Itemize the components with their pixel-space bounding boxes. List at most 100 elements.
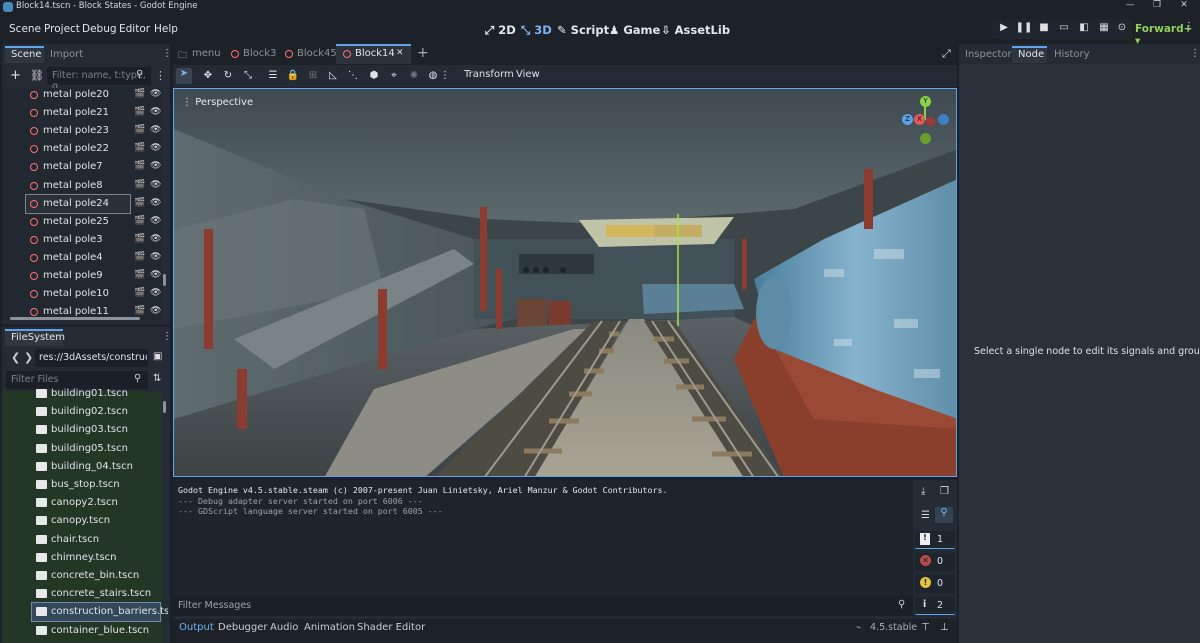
gizmo-y-icon[interactable]: Y bbox=[920, 96, 931, 107]
ruler-icon[interactable]: ◺ bbox=[325, 70, 341, 86]
pivot-icon[interactable]: ⋱ bbox=[345, 70, 361, 86]
menu-debug[interactable]: Debug bbox=[82, 23, 117, 35]
maximize-button[interactable]: ❐ bbox=[1145, 0, 1169, 14]
add-node-icon[interactable]: + bbox=[10, 68, 21, 83]
menu-project[interactable]: Project bbox=[44, 23, 80, 35]
workspace-game[interactable]: ♟ Game bbox=[609, 23, 660, 37]
workspace-assetlib[interactable]: ⇩ AssetLib bbox=[661, 23, 730, 37]
fs-path-input[interactable]: res://3dAssets/constructi bbox=[35, 349, 148, 367]
scene-filter-input[interactable]: Filter: name, t:type, g ⚲ bbox=[47, 67, 151, 92]
file-item[interactable]: building01.tscn bbox=[2, 385, 168, 403]
transform-menu[interactable]: Transform bbox=[464, 69, 514, 80]
file-item[interactable]: concrete_stairs.tscn bbox=[2, 585, 168, 603]
scene-tree-row[interactable]: metal pole3 bbox=[2, 231, 168, 249]
sun-preview-icon[interactable]: ✺ bbox=[406, 70, 422, 86]
snap-icon[interactable]: ⌖ bbox=[386, 70, 402, 86]
tab-shader-editor[interactable]: Shader Editor bbox=[357, 622, 425, 633]
file-item[interactable]: canopy2.tscn bbox=[2, 494, 168, 512]
minimize-button[interactable]: — bbox=[1118, 0, 1142, 14]
back-icon[interactable]: ❮ bbox=[11, 351, 20, 364]
close-tab-icon[interactable]: ✕ bbox=[396, 48, 404, 58]
close-window-button[interactable]: ✕ bbox=[1172, 0, 1196, 14]
forward-icon[interactable]: ❯ bbox=[24, 351, 33, 364]
movie-maker-icon[interactable]: ⊙ bbox=[1113, 22, 1131, 38]
menu-help[interactable]: Help bbox=[154, 23, 178, 35]
scale-mode-icon[interactable]: ⤡ bbox=[240, 70, 256, 86]
select-mode-icon[interactable]: ➤ bbox=[176, 68, 192, 84]
tab-history[interactable]: History bbox=[1054, 49, 1090, 60]
file-item[interactable]: construction_barriers.tscn bbox=[31, 602, 168, 623]
move-mode-icon[interactable]: ✥ bbox=[200, 70, 216, 86]
play-icon[interactable]: ▶ bbox=[995, 22, 1013, 38]
file-item[interactable]: building03.tscn bbox=[2, 421, 168, 439]
tab-inspector[interactable]: Inspector bbox=[965, 49, 1012, 60]
tab-output[interactable]: Output bbox=[179, 622, 214, 633]
viewport-options-menu[interactable]: ⋮ Perspective bbox=[182, 97, 253, 108]
menu-scene[interactable]: Scene bbox=[9, 23, 41, 35]
scene-tree-row[interactable]: metal pole9 bbox=[2, 267, 168, 285]
errors-filter-button[interactable]: ✕ 0 bbox=[915, 553, 955, 571]
collapse-icon[interactable]: ☰ bbox=[921, 510, 930, 521]
add-scene-tab-icon[interactable]: + bbox=[417, 45, 429, 61]
view-gizmo[interactable]: Y X Z bbox=[901, 96, 951, 146]
tab-audio[interactable]: Audio bbox=[270, 622, 298, 633]
gizmo-neg-z-icon[interactable] bbox=[938, 114, 949, 125]
tab-import[interactable]: Import bbox=[50, 49, 83, 60]
file-item[interactable]: canopy.tscn bbox=[2, 512, 168, 530]
scene-tree-hscrollbar[interactable] bbox=[10, 317, 140, 320]
split-view-icon[interactable]: ▣ bbox=[153, 351, 162, 362]
clear-output-icon[interactable]: ⤓ bbox=[921, 486, 925, 497]
output-search-icon[interactable]: ⚲ bbox=[935, 507, 953, 523]
right-dock-menu-icon[interactable]: ⋮ bbox=[1190, 48, 1200, 59]
scene-tree-row[interactable]: metal pole22 bbox=[2, 140, 168, 158]
scene-tree-scrollbar[interactable] bbox=[163, 274, 166, 286]
play-scene-icon[interactable]: ◧ bbox=[1075, 22, 1093, 38]
warnings-filter-button[interactable]: ! 0 bbox=[915, 575, 955, 593]
scene-tree-row[interactable]: metal pole21 bbox=[2, 104, 168, 122]
clapperboard-icon[interactable]: 🎬 bbox=[134, 198, 145, 208]
gizmo-neg-y-icon[interactable] bbox=[920, 133, 931, 144]
pin-icon[interactable]: ⊤ bbox=[921, 622, 930, 633]
settings-icon[interactable]: ⋮ bbox=[1180, 21, 1198, 37]
messages-filter-button[interactable]: ! 1 bbox=[915, 531, 955, 549]
file-item[interactable]: building05.tscn bbox=[2, 440, 168, 458]
visibility-icon[interactable]: 👁 bbox=[150, 198, 161, 208]
file-item[interactable]: concrete_bin.tscn bbox=[2, 567, 168, 585]
stop-icon[interactable]: ■ bbox=[1035, 22, 1053, 38]
scene-tree-row[interactable]: metal pole20 bbox=[2, 86, 168, 104]
scene-tab-menu[interactable]: menu bbox=[192, 48, 221, 59]
scene-tree-row[interactable]: metal pole4 bbox=[2, 249, 168, 267]
scene-tree-row[interactable]: metal pole7 bbox=[2, 158, 168, 176]
fs-menu-icon[interactable]: ⋮ bbox=[162, 331, 172, 342]
lock-icon[interactable]: 🔒 bbox=[285, 70, 301, 86]
file-list-scrollbar[interactable] bbox=[163, 401, 166, 413]
rotate-mode-icon[interactable]: ↻ bbox=[220, 70, 236, 86]
scene-tree-row[interactable]: metal pole24 bbox=[25, 193, 131, 214]
file-item[interactable]: chimney.tscn bbox=[2, 549, 168, 567]
version-label[interactable]: 4.5.stable bbox=[870, 622, 917, 633]
expand-panel-icon[interactable]: ⊥ bbox=[940, 622, 949, 633]
info-filter-button[interactable]: i 2 bbox=[915, 597, 955, 615]
scene-tab-block45[interactable]: Block45 bbox=[297, 48, 337, 59]
menu-editor[interactable]: Editor bbox=[119, 23, 150, 35]
scene-tree-row[interactable]: metal pole23 bbox=[2, 122, 168, 140]
tab-debugger[interactable]: Debugger bbox=[218, 622, 268, 633]
scene-tab-block3[interactable]: Block3 bbox=[243, 48, 276, 59]
gizmo-z-icon[interactable]: Z bbox=[902, 114, 913, 125]
3d-viewport[interactable]: ⋮ Perspective Y X Z bbox=[173, 88, 957, 477]
scene-tree-row[interactable]: metal pole8 bbox=[2, 177, 168, 195]
file-item[interactable]: chair.tscn bbox=[2, 531, 168, 549]
list-select-icon[interactable]: ☰ bbox=[265, 70, 281, 86]
gizmo-neg-x-icon[interactable] bbox=[926, 117, 935, 126]
file-item[interactable]: container_blue.tscn bbox=[2, 622, 168, 640]
tab-animation[interactable]: Animation bbox=[304, 622, 355, 633]
viewport-options-icon[interactable]: ⋮ bbox=[437, 70, 453, 86]
file-item[interactable]: bus_stop.tscn bbox=[2, 476, 168, 494]
pause-icon[interactable]: ❚❚ bbox=[1015, 22, 1033, 38]
filter-messages-input[interactable]: Filter Messages ⚲ bbox=[173, 596, 913, 616]
file-item[interactable]: building_04.tscn bbox=[2, 458, 168, 476]
workspace-script[interactable]: ✎ Script bbox=[557, 23, 609, 37]
group-icon[interactable]: ⊞ bbox=[305, 70, 321, 86]
distraction-free-icon[interactable]: ⤢ bbox=[942, 47, 951, 61]
remote-debug-icon[interactable]: ▭ bbox=[1055, 22, 1073, 38]
